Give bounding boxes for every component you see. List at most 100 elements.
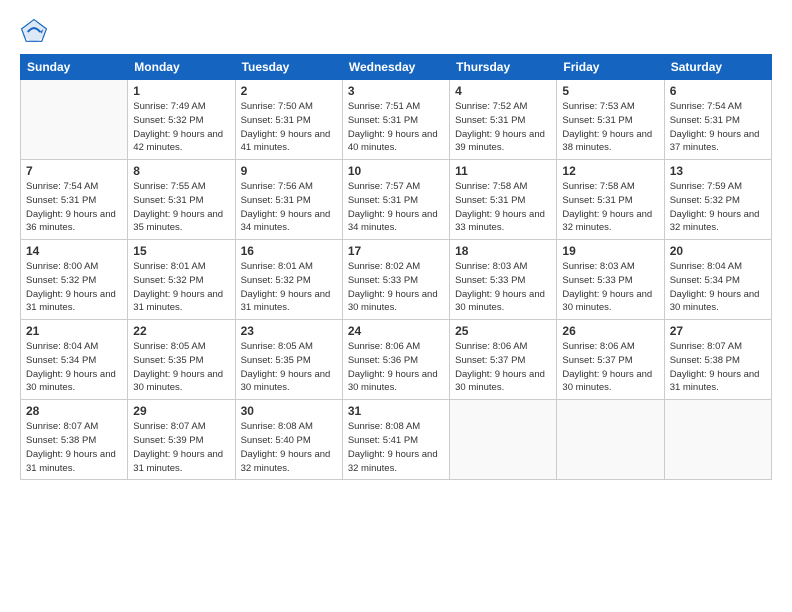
calendar-cell: 20 Sunrise: 8:04 AMSunset: 5:34 PMDayligh… (664, 240, 771, 320)
calendar-week-row: 7 Sunrise: 7:54 AMSunset: 5:31 PMDaylight… (21, 160, 772, 240)
day-number: 28 (26, 404, 122, 418)
day-info: Sunrise: 7:50 AMSunset: 5:31 PMDaylight:… (241, 100, 337, 155)
calendar-week-row: 28 Sunrise: 8:07 AMSunset: 5:38 PMDayligh… (21, 400, 772, 480)
day-number: 17 (348, 244, 444, 258)
calendar-cell: 3 Sunrise: 7:51 AMSunset: 5:31 PMDaylight… (342, 80, 449, 160)
day-number: 11 (455, 164, 551, 178)
day-info: Sunrise: 7:59 AMSunset: 5:32 PMDaylight:… (670, 180, 766, 235)
calendar-cell: 11 Sunrise: 7:58 AMSunset: 5:31 PMDayligh… (450, 160, 557, 240)
day-number: 2 (241, 84, 337, 98)
day-number: 3 (348, 84, 444, 98)
day-info: Sunrise: 8:02 AMSunset: 5:33 PMDaylight:… (348, 260, 444, 315)
day-info: Sunrise: 8:04 AMSunset: 5:34 PMDaylight:… (670, 260, 766, 315)
calendar-cell: 1 Sunrise: 7:49 AMSunset: 5:32 PMDaylight… (128, 80, 235, 160)
day-info: Sunrise: 7:55 AMSunset: 5:31 PMDaylight:… (133, 180, 229, 235)
calendar-cell: 25 Sunrise: 8:06 AMSunset: 5:37 PMDayligh… (450, 320, 557, 400)
calendar-weekday-wednesday: Wednesday (342, 55, 449, 80)
day-info: Sunrise: 8:08 AMSunset: 5:41 PMDaylight:… (348, 420, 444, 475)
day-number: 18 (455, 244, 551, 258)
calendar-week-row: 21 Sunrise: 8:04 AMSunset: 5:34 PMDayligh… (21, 320, 772, 400)
page: SundayMondayTuesdayWednesdayThursdayFrid… (0, 0, 792, 612)
calendar-cell (450, 400, 557, 480)
day-info: Sunrise: 7:54 AMSunset: 5:31 PMDaylight:… (670, 100, 766, 155)
day-number: 4 (455, 84, 551, 98)
calendar-cell (557, 400, 664, 480)
day-info: Sunrise: 7:51 AMSunset: 5:31 PMDaylight:… (348, 100, 444, 155)
day-number: 1 (133, 84, 229, 98)
day-number: 14 (26, 244, 122, 258)
day-info: Sunrise: 7:56 AMSunset: 5:31 PMDaylight:… (241, 180, 337, 235)
day-info: Sunrise: 8:07 AMSunset: 5:38 PMDaylight:… (670, 340, 766, 395)
day-number: 31 (348, 404, 444, 418)
calendar-cell: 6Sunrise: 7:54 AMSunset: 5:31 PMDaylight… (664, 80, 771, 160)
day-info: Sunrise: 8:00 AMSunset: 5:32 PMDaylight:… (26, 260, 122, 315)
day-info: Sunrise: 8:06 AMSunset: 5:36 PMDaylight:… (348, 340, 444, 395)
day-info: Sunrise: 7:58 AMSunset: 5:31 PMDaylight:… (562, 180, 658, 235)
calendar-table: SundayMondayTuesdayWednesdayThursdayFrid… (20, 54, 772, 480)
day-info: Sunrise: 7:58 AMSunset: 5:31 PMDaylight:… (455, 180, 551, 235)
day-number: 26 (562, 324, 658, 338)
calendar-cell: 14 Sunrise: 8:00 AMSunset: 5:32 PMDayligh… (21, 240, 128, 320)
day-number: 25 (455, 324, 551, 338)
calendar-weekday-thursday: Thursday (450, 55, 557, 80)
calendar-cell: 4Sunrise: 7:52 AMSunset: 5:31 PMDaylight… (450, 80, 557, 160)
calendar-cell (21, 80, 128, 160)
calendar-cell: 30Sunrise: 8:08 AMSunset: 5:40 PMDayligh… (235, 400, 342, 480)
calendar-cell: 13 Sunrise: 7:59 AMSunset: 5:32 PMDayligh… (664, 160, 771, 240)
day-number: 13 (670, 164, 766, 178)
calendar-weekday-sunday: Sunday (21, 55, 128, 80)
day-info: Sunrise: 8:07 AMSunset: 5:39 PMDaylight:… (133, 420, 229, 475)
day-info: Sunrise: 7:53 AMSunset: 5:31 PMDaylight:… (562, 100, 658, 155)
calendar-cell: 23 Sunrise: 8:05 AMSunset: 5:35 PMDayligh… (235, 320, 342, 400)
day-number: 27 (670, 324, 766, 338)
day-number: 15 (133, 244, 229, 258)
calendar-cell: 16Sunrise: 8:01 AMSunset: 5:32 PMDayligh… (235, 240, 342, 320)
day-info: Sunrise: 7:49 AMSunset: 5:32 PMDaylight:… (133, 100, 229, 155)
calendar-cell: 5 Sunrise: 7:53 AMSunset: 5:31 PMDaylight… (557, 80, 664, 160)
day-number: 9 (241, 164, 337, 178)
day-number: 8 (133, 164, 229, 178)
day-number: 23 (241, 324, 337, 338)
calendar-cell: 22Sunrise: 8:05 AMSunset: 5:35 PMDayligh… (128, 320, 235, 400)
calendar-cell: 10 Sunrise: 7:57 AMSunset: 5:31 PMDayligh… (342, 160, 449, 240)
day-number: 20 (670, 244, 766, 258)
day-number: 21 (26, 324, 122, 338)
day-info: Sunrise: 8:05 AMSunset: 5:35 PMDaylight:… (241, 340, 337, 395)
calendar-cell: 7 Sunrise: 7:54 AMSunset: 5:31 PMDaylight… (21, 160, 128, 240)
calendar-cell: 9 Sunrise: 7:56 AMSunset: 5:31 PMDaylight… (235, 160, 342, 240)
day-info: Sunrise: 8:03 AMSunset: 5:33 PMDaylight:… (562, 260, 658, 315)
calendar-cell: 26 Sunrise: 8:06 AMSunset: 5:37 PMDayligh… (557, 320, 664, 400)
day-info: Sunrise: 8:01 AMSunset: 5:32 PMDaylight:… (241, 260, 337, 315)
calendar-weekday-saturday: Saturday (664, 55, 771, 80)
calendar-cell: 28 Sunrise: 8:07 AMSunset: 5:38 PMDayligh… (21, 400, 128, 480)
calendar-weekday-friday: Friday (557, 55, 664, 80)
day-number: 24 (348, 324, 444, 338)
day-info: Sunrise: 8:04 AMSunset: 5:34 PMDaylight:… (26, 340, 122, 395)
day-info: Sunrise: 8:06 AMSunset: 5:37 PMDaylight:… (562, 340, 658, 395)
calendar-cell: 21 Sunrise: 8:04 AMSunset: 5:34 PMDayligh… (21, 320, 128, 400)
calendar-cell: 27 Sunrise: 8:07 AMSunset: 5:38 PMDayligh… (664, 320, 771, 400)
day-number: 19 (562, 244, 658, 258)
calendar-cell: 31 Sunrise: 8:08 AMSunset: 5:41 PMDayligh… (342, 400, 449, 480)
day-number: 10 (348, 164, 444, 178)
calendar-cell: 8 Sunrise: 7:55 AMSunset: 5:31 PMDaylight… (128, 160, 235, 240)
day-info: Sunrise: 8:08 AMSunset: 5:40 PMDaylight:… (241, 420, 337, 475)
day-info: Sunrise: 8:07 AMSunset: 5:38 PMDaylight:… (26, 420, 122, 475)
day-number: 5 (562, 84, 658, 98)
calendar-cell: 17 Sunrise: 8:02 AMSunset: 5:33 PMDayligh… (342, 240, 449, 320)
logo (20, 18, 52, 46)
day-info: Sunrise: 8:05 AMSunset: 5:35 PMDaylight:… (133, 340, 229, 395)
day-info: Sunrise: 7:57 AMSunset: 5:31 PMDaylight:… (348, 180, 444, 235)
day-info: Sunrise: 7:54 AMSunset: 5:31 PMDaylight:… (26, 180, 122, 235)
day-number: 12 (562, 164, 658, 178)
day-info: Sunrise: 8:06 AMSunset: 5:37 PMDaylight:… (455, 340, 551, 395)
calendar-cell: 12 Sunrise: 7:58 AMSunset: 5:31 PMDayligh… (557, 160, 664, 240)
calendar-weekday-tuesday: Tuesday (235, 55, 342, 80)
calendar-cell: 18Sunrise: 8:03 AMSunset: 5:33 PMDayligh… (450, 240, 557, 320)
calendar-cell: 19 Sunrise: 8:03 AMSunset: 5:33 PMDayligh… (557, 240, 664, 320)
day-number: 29 (133, 404, 229, 418)
calendar-week-row: 1 Sunrise: 7:49 AMSunset: 5:32 PMDaylight… (21, 80, 772, 160)
calendar-cell (664, 400, 771, 480)
calendar-cell: 15Sunrise: 8:01 AMSunset: 5:32 PMDayligh… (128, 240, 235, 320)
day-number: 7 (26, 164, 122, 178)
